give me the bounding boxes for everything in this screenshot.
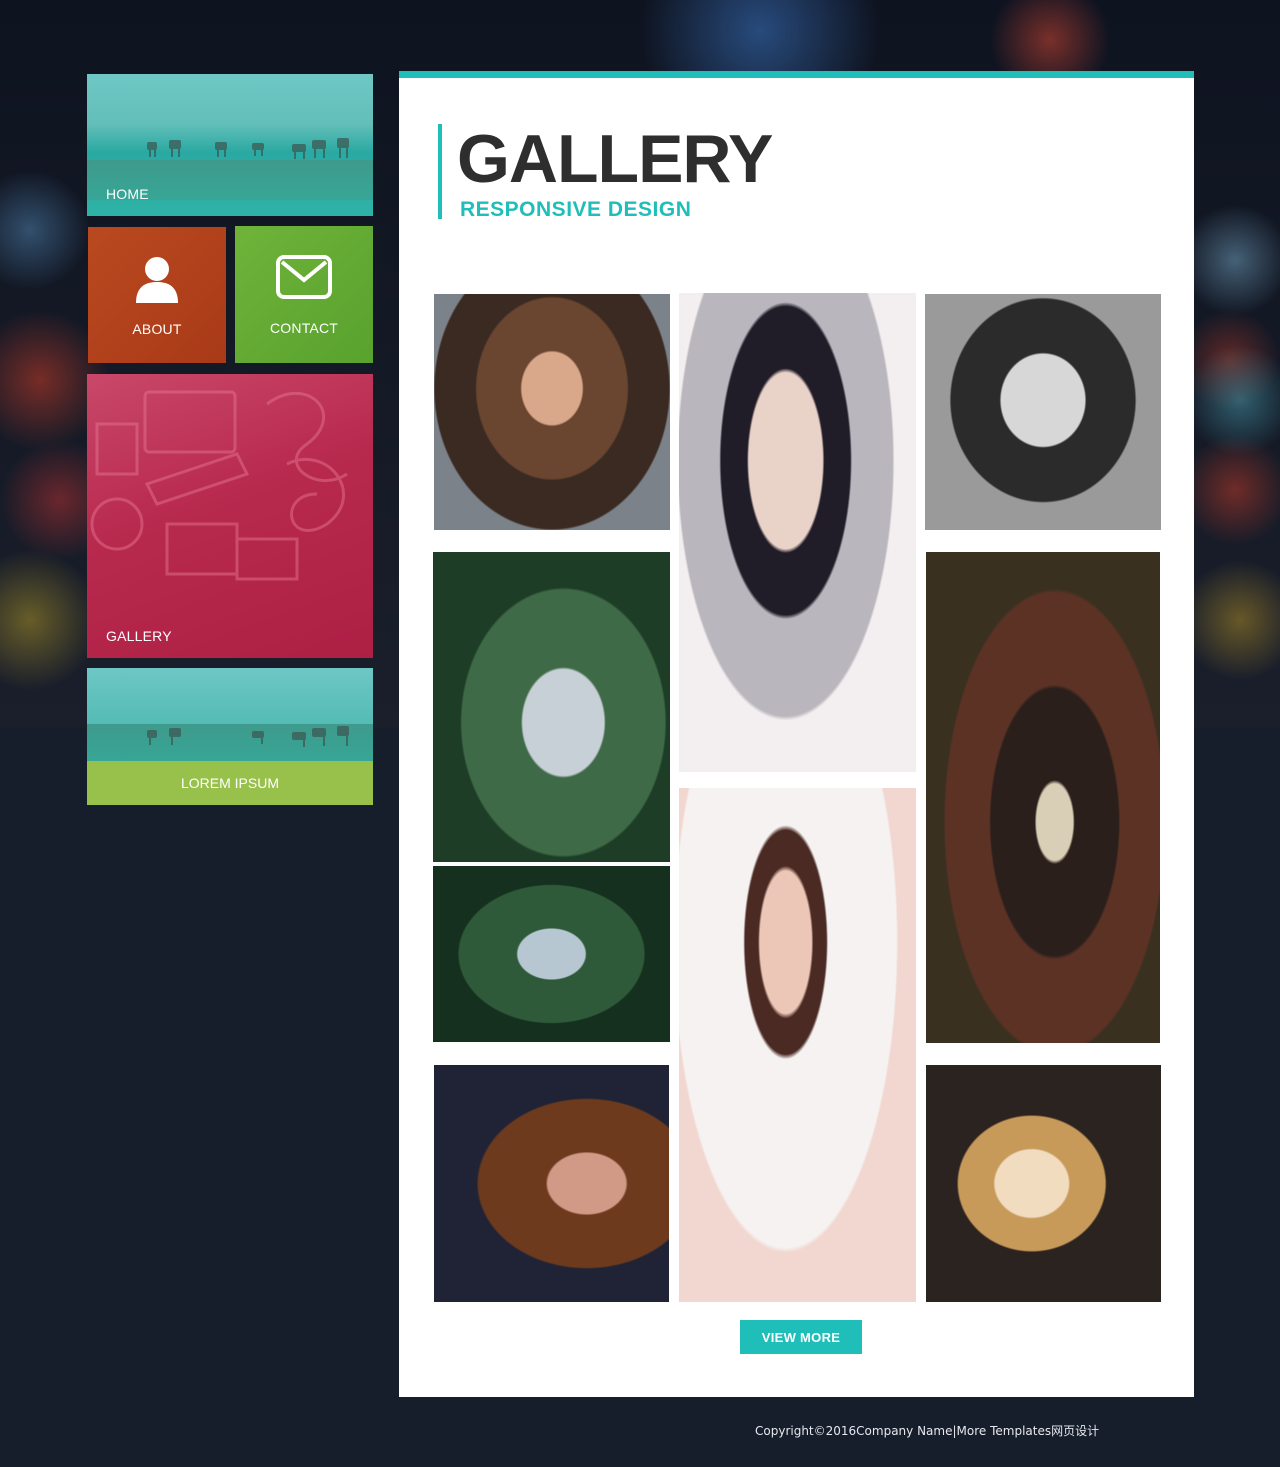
nav-label-about: ABOUT bbox=[132, 321, 182, 337]
nav-tile-lorem[interactable]: LOREM IPSUM bbox=[87, 668, 373, 805]
nav-label-contact: CONTACT bbox=[269, 320, 339, 336]
mail-icon bbox=[235, 254, 373, 300]
gallery-photo[interactable] bbox=[679, 788, 916, 1302]
horses-image bbox=[147, 138, 349, 159]
nav-tile-home[interactable]: HOME bbox=[87, 74, 373, 216]
nav-label-lorem: LOREM IPSUM bbox=[180, 775, 279, 791]
panel-accent-bar bbox=[399, 71, 1194, 78]
gallery-photo[interactable] bbox=[925, 294, 1161, 530]
user-icon bbox=[88, 255, 226, 305]
gallery-photo[interactable] bbox=[434, 294, 670, 530]
gallery-photo[interactable] bbox=[926, 1065, 1161, 1302]
nav-tile-gallery[interactable]: GALLERY bbox=[87, 374, 373, 658]
view-more-button[interactable]: VIEW MORE bbox=[740, 1320, 862, 1354]
gallery-photo[interactable] bbox=[433, 866, 670, 1042]
gallery-photo[interactable] bbox=[433, 552, 670, 862]
footer-copyright: Copyright©2016Company Name|More Template… bbox=[755, 1424, 1100, 1438]
horses-image bbox=[147, 726, 349, 747]
page-title: GALLERY bbox=[457, 121, 773, 197]
nav-label-gallery: GALLERY bbox=[106, 628, 172, 644]
nav-label-home: HOME bbox=[106, 186, 149, 202]
gallery-panel: GALLERY RESPONSIVE DESIGN VIEW MORE bbox=[399, 71, 1194, 1397]
gallery-photo[interactable] bbox=[434, 1065, 669, 1302]
gallery-photo[interactable] bbox=[679, 293, 916, 772]
heading-accent-bar bbox=[438, 124, 442, 219]
gallery-photo[interactable] bbox=[926, 552, 1160, 1043]
nav-tile-about[interactable]: ABOUT bbox=[88, 227, 226, 363]
lorem-ipsum-bar: LOREM IPSUM bbox=[87, 761, 373, 805]
stationery-image bbox=[90, 390, 348, 581]
page-subtitle: RESPONSIVE DESIGN bbox=[460, 198, 692, 221]
nav-tile-contact[interactable]: CONTACT bbox=[235, 226, 373, 363]
